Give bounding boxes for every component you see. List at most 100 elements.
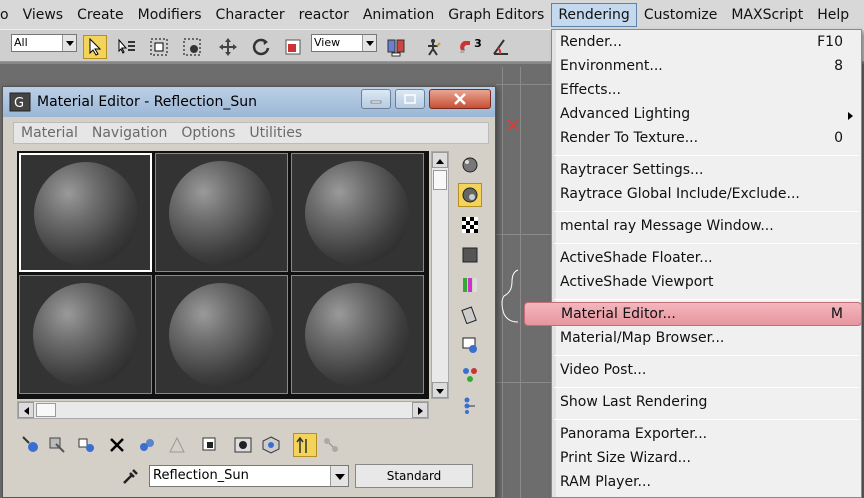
menu-item-video-post[interactable]: Video Post... — [552, 359, 861, 383]
sample-slot-1[interactable] — [19, 153, 152, 272]
sibling-icon — [324, 438, 338, 452]
menu-animation[interactable]: Animation — [356, 3, 441, 27]
move-icon — [219, 38, 237, 56]
sample-slot-4[interactable] — [19, 275, 152, 394]
pick-material-eyedropper-icon[interactable] — [121, 466, 141, 486]
background-button[interactable] — [458, 213, 482, 237]
menu-item-show-last-rendering[interactable]: Show Last Rendering — [552, 391, 861, 415]
scroll-left-button[interactable] — [18, 402, 34, 418]
scroll-thumb[interactable] — [36, 403, 56, 417]
menu-item-ram-player[interactable]: RAM Player... — [552, 471, 861, 495]
scroll-down-button[interactable] — [432, 382, 448, 398]
menu-item-environment[interactable]: Environment... 8 — [552, 55, 861, 79]
go-to-parent-button[interactable] — [293, 433, 317, 457]
angle-snap-button[interactable] — [489, 35, 513, 59]
material-effects-channel-button[interactable] — [199, 433, 223, 457]
menu-customize[interactable]: Customize — [637, 3, 725, 27]
maximize-button[interactable] — [395, 89, 425, 109]
make-unique-icon — [140, 439, 154, 451]
sample-uv-tiling-button[interactable] — [458, 243, 482, 267]
select-by-material-button[interactable] — [458, 363, 482, 387]
menu-graph-editors[interactable]: Graph Editors — [441, 3, 551, 27]
menu-item-activeshade-floater[interactable]: ActiveShade Floater... — [552, 247, 861, 271]
menu-item-advanced-lighting[interactable]: Advanced Lighting — [552, 103, 861, 127]
sample-type-button[interactable] — [458, 153, 482, 177]
show-map-in-viewport-button[interactable] — [231, 433, 255, 457]
pivot-center-button[interactable] — [384, 35, 408, 59]
menu-file-partial[interactable]: o — [0, 3, 16, 27]
go-forward-to-sibling-button[interactable] — [319, 433, 343, 457]
menu-item-mental-ray-message-window[interactable]: mental ray Message Window... — [552, 215, 861, 239]
menu-maxscript[interactable]: MAXScript — [724, 3, 810, 27]
menu-item-effects[interactable]: Effects... — [552, 79, 861, 103]
select-object-button[interactable] — [83, 35, 107, 59]
3dsmax-app-icon: G — [9, 92, 31, 112]
menu-reactor[interactable]: reactor — [292, 3, 356, 27]
sample-slot-3[interactable] — [291, 153, 424, 272]
selection-filter-dropdown[interactable]: All — [11, 34, 77, 52]
select-and-rotate-button[interactable] — [249, 35, 273, 59]
put-material-to-scene-button[interactable] — [45, 433, 69, 457]
menu-item-label: Raytracer Settings... — [560, 162, 704, 178]
sample-slot-5[interactable] — [155, 275, 288, 394]
scroll-up-button[interactable] — [432, 152, 448, 168]
slots-horizontal-scrollbar[interactable] — [17, 401, 429, 419]
menu-options[interactable]: Options — [174, 125, 242, 141]
scroll-thumb[interactable] — [433, 170, 447, 190]
chevron-down-icon — [362, 35, 376, 51]
menu-modifiers[interactable]: Modifiers — [131, 3, 209, 27]
menu-item-panorama-exporter[interactable]: Panorama Exporter... — [552, 423, 861, 447]
video-color-check-button[interactable] — [458, 273, 482, 297]
menu-item-render-to-texture[interactable]: Render To Texture... 0 — [552, 127, 861, 151]
select-and-scale-button[interactable] — [281, 35, 305, 59]
menu-item-material-map-browser[interactable]: Material/Map Browser... — [552, 327, 861, 351]
scroll-right-button[interactable] — [412, 402, 428, 418]
rendering-dropdown-menu: Render... F10 Environment... 8 Effects... … — [524, 29, 862, 498]
menu-item-material-editor[interactable]: Material Editor... M — [524, 302, 862, 326]
menu-create[interactable]: Create — [70, 3, 131, 27]
get-material-button[interactable] — [19, 433, 43, 457]
window-crossing-button[interactable] — [180, 35, 204, 59]
menu-item-print-size-wizard[interactable]: Print Size Wizard... — [552, 447, 861, 471]
slots-vertical-scrollbar[interactable] — [431, 151, 449, 399]
material-map-navigator-button[interactable] — [458, 393, 482, 417]
snaps-toggle-button[interactable]: 3 — [455, 35, 485, 59]
rectangular-selection-button[interactable] — [147, 35, 171, 59]
menu-item-raytracer-settings[interactable]: Raytracer Settings... — [552, 159, 861, 183]
menu-rendering[interactable]: Rendering — [551, 2, 637, 27]
show-end-result-button[interactable] — [259, 433, 283, 457]
select-and-move-button[interactable] — [216, 35, 240, 59]
backlight-button[interactable] — [458, 183, 482, 207]
menu-item-raytrace-include-exclude[interactable]: Raytrace Global Include/Exclude... — [552, 183, 861, 207]
menu-views[interactable]: Views — [16, 3, 71, 27]
close-button[interactable] — [429, 89, 491, 109]
select-by-name-button[interactable] — [115, 35, 139, 59]
menu-item-activeshade-viewport[interactable]: ActiveShade Viewport — [552, 271, 861, 295]
material-editor-titlebar[interactable]: G Material Editor - Reflection_Sun — [3, 87, 495, 117]
put-to-library-button[interactable] — [165, 433, 189, 457]
reset-map-button[interactable] — [105, 433, 129, 457]
show-end-result-icon — [262, 436, 280, 454]
menu-item-render[interactable]: Render... F10 — [552, 31, 861, 55]
sample-slot-2[interactable] — [155, 153, 288, 272]
options-button[interactable] — [458, 333, 482, 357]
make-unique-button[interactable] — [135, 433, 159, 457]
material-name-dropdown[interactable]: Reflection_Sun — [149, 465, 349, 487]
assign-material-button[interactable] — [75, 433, 99, 457]
menu-item-label: Material Editor... — [561, 306, 676, 322]
menu-navigation[interactable]: Navigation — [85, 125, 175, 141]
minimize-button[interactable] — [361, 89, 391, 109]
menu-utilities[interactable]: Utilities — [242, 125, 309, 141]
menu-material[interactable]: Material — [14, 125, 85, 141]
menu-help[interactable]: Help — [810, 3, 856, 27]
sample-slot-6[interactable] — [291, 275, 424, 394]
material-type-button[interactable]: Standard — [355, 464, 473, 488]
snap-value-label: 3 — [474, 36, 482, 50]
make-preview-button[interactable] — [458, 303, 482, 327]
menu-character[interactable]: Character — [209, 3, 292, 27]
menu-separator — [554, 243, 859, 244]
select-by-material-icon — [463, 368, 477, 382]
select-and-manipulate-button[interactable] — [421, 35, 445, 59]
put-to-scene-icon — [49, 437, 65, 453]
reference-coordinate-dropdown[interactable]: View — [311, 34, 377, 52]
